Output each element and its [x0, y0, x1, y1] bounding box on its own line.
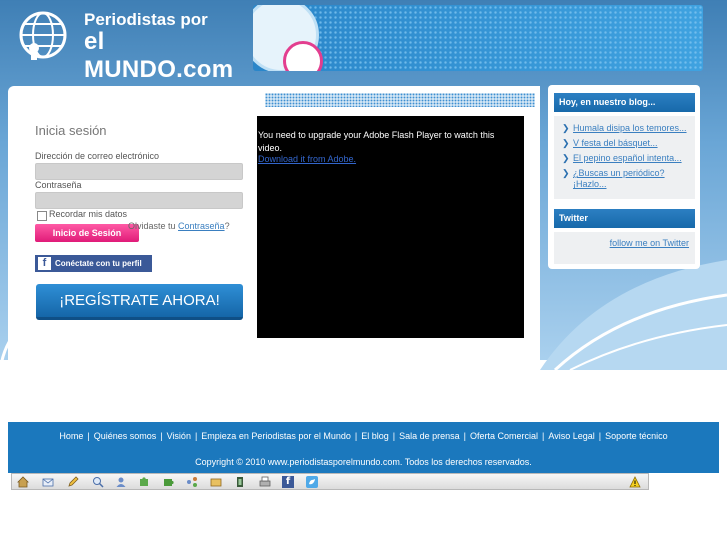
chevron-right-icon: ❯ [562, 123, 570, 133]
film-icon[interactable] [234, 476, 246, 488]
site-logo[interactable]: Periodistas por el MUNDO.com [14, 6, 244, 83]
email-field[interactable] [35, 163, 243, 180]
browser-toolbar: f [11, 473, 649, 490]
footer-separator: | [194, 431, 198, 441]
footer: Home | Quiénes somos | Visión | Empieza en Per… [8, 422, 719, 473]
blog-widget-title: Hoy, en nuestro blog... [554, 93, 695, 116]
chevron-right-icon: ❯ [562, 168, 570, 178]
forgot-suffix: ? [224, 221, 230, 231]
warning-icon[interactable] [629, 476, 641, 488]
login-submit-button[interactable]: Inicio de Sesión [35, 224, 139, 242]
pixel-decoration [265, 93, 535, 107]
facebook-icon[interactable]: f [282, 476, 294, 488]
logo-text-line2: el MUNDO.com [84, 28, 234, 83]
facebook-icon: f [38, 257, 51, 270]
footer-link-vision[interactable]: Visión [167, 431, 191, 441]
email-icon[interactable] [42, 476, 54, 488]
twitter-widget: Twitter follow me on Twitter [554, 209, 695, 264]
footer-link-oferta[interactable]: Oferta Comercial [470, 431, 538, 441]
footer-separator: | [354, 431, 358, 441]
footer-link-blog[interactable]: El blog [361, 431, 389, 441]
blog-item[interactable]: ❯ El pepino español intenta... [562, 153, 691, 164]
search-icon[interactable] [92, 476, 104, 488]
user-icon[interactable] [115, 476, 127, 488]
footer-link-aviso-legal[interactable]: Aviso Legal [548, 431, 594, 441]
world-map-dots [293, 5, 703, 71]
register-button[interactable]: ¡REGÍSTRATE AHORA! [36, 284, 243, 320]
home-icon[interactable] [17, 476, 29, 488]
header-banner[interactable] [253, 5, 703, 71]
remember-label: Recordar mis datos [49, 209, 128, 219]
footer-link-soporte[interactable]: Soporte técnico [605, 431, 668, 441]
footer-separator: | [542, 431, 545, 441]
puzzle-icon[interactable] [162, 476, 174, 488]
blog-item-link[interactable]: ¿Buscas un periódico? ¡Hazlo... [573, 168, 665, 189]
flash-upgrade-message: You need to upgrade your Adobe Flash Pla… [258, 130, 495, 153]
flash-download-link[interactable]: Download it from Adobe. [258, 154, 356, 164]
edit-icon[interactable] [67, 476, 79, 488]
chevron-right-icon: ❯ [562, 153, 570, 163]
footer-link-sala-prensa[interactable]: Sala de prensa [399, 431, 460, 441]
logo-text-line1: Periodistas por [84, 10, 208, 29]
blog-list: ❯ Humala disipa los temores... ❯ V festa d… [554, 116, 695, 200]
twitter-widget-title: Twitter [554, 209, 695, 232]
login-title: Inicia sesión [35, 123, 107, 138]
footer-link-empieza[interactable]: Empieza en Periodistas por el Mundo [201, 431, 351, 441]
folder-icon[interactable] [210, 476, 222, 488]
blog-widget: Hoy, en nuestro blog... ❯ Humala disipa l… [554, 93, 695, 199]
footer-separator: | [392, 431, 396, 441]
twitter-follow-link[interactable]: follow me on Twitter [554, 232, 695, 248]
blog-item[interactable]: ❯ V festa del básquet... [562, 138, 691, 149]
password-label: Contraseña [35, 180, 82, 190]
blog-item[interactable]: ❯ Humala disipa los temores... [562, 123, 691, 134]
network-icon[interactable] [186, 476, 198, 488]
footer-separator: | [598, 431, 602, 441]
twitter-icon[interactable] [306, 476, 318, 488]
forgot-prefix: Olvidaste tu [128, 221, 179, 231]
blog-item[interactable]: ❯ ¿Buscas un periódico? ¡Hazlo... [562, 168, 691, 190]
flash-video-player[interactable]: You need to upgrade your Adobe Flash Pla… [257, 116, 524, 338]
email-label: Dirección de correo electrónico [35, 151, 160, 161]
print-icon[interactable] [259, 476, 271, 488]
footer-link-quienes-somos[interactable]: Quiénes somos [94, 431, 157, 441]
footer-separator: | [87, 431, 90, 441]
puzzle-icon[interactable] [138, 476, 150, 488]
facebook-connect-button[interactable]: f Conéctate con tu perfil [35, 255, 152, 272]
globe-logo-icon [19, 11, 67, 60]
footer-nav: Home | Quiénes somos | Visión | Empieza en Per… [8, 431, 719, 441]
footer-separator: | [463, 431, 466, 441]
forgot-password-link[interactable]: Contraseña [178, 221, 225, 231]
chevron-right-icon: ❯ [562, 138, 570, 148]
facebook-connect-label: Conéctate con tu perfil [55, 259, 142, 268]
footer-link-home[interactable]: Home [59, 431, 83, 441]
copyright-text: Copyright © 2010 www.periodistasporelmun… [195, 457, 532, 467]
blog-item-link[interactable]: Humala disipa los temores... [573, 123, 687, 133]
blog-item-link[interactable]: V festa del básquet... [573, 138, 658, 148]
remember-checkbox[interactable] [37, 211, 47, 221]
footer-separator: | [160, 431, 163, 441]
password-field[interactable] [35, 192, 243, 209]
blog-item-link[interactable]: El pepino español intenta... [573, 153, 682, 163]
forgot-password: Olvidaste tu Contraseña? [128, 221, 230, 231]
